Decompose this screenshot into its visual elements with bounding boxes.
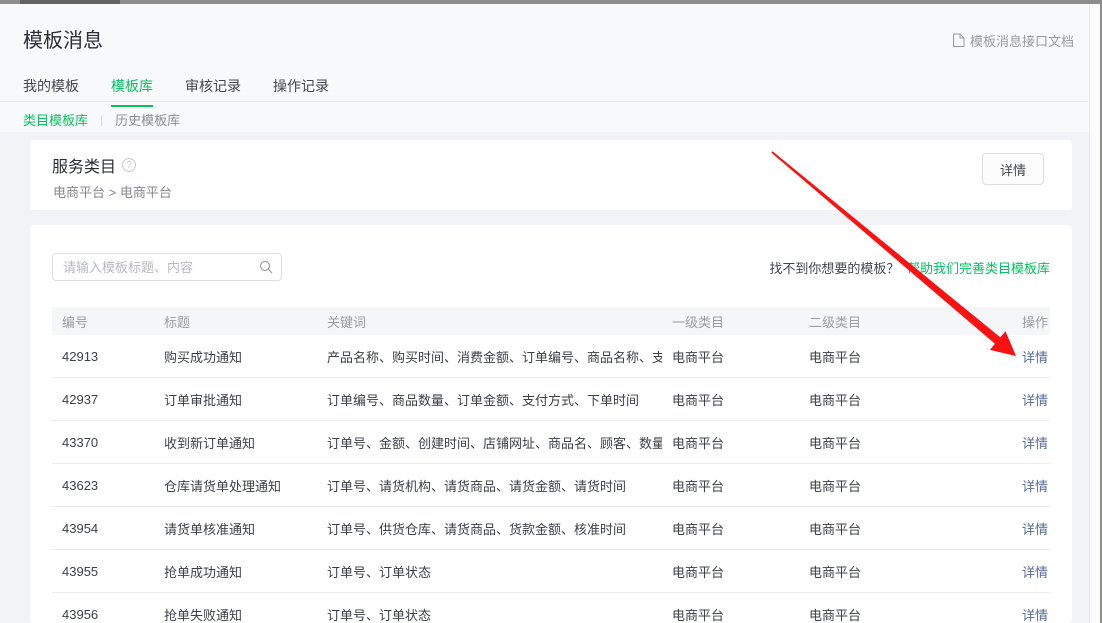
- cell-keywords: 订单号、金额、创建时间、店铺网址、商品名、顾客、数量...: [317, 421, 662, 464]
- category-detail-button[interactable]: 详情: [982, 153, 1044, 185]
- cell-cat1: 电商平台: [662, 335, 799, 378]
- cell-keywords: 订单号、订单状态: [317, 593, 662, 623]
- cell-title: 请货单核准通知: [154, 507, 317, 550]
- template-message-page: 模板消息 模板消息接口文档 我的模板 模板库 审核记录 操作记录 类目模板库 |…: [0, 0, 1102, 623]
- template-library-card: 找不到你想要的模板？ 帮助我们完善类目模板库 编号 标题 关键词 一级类目 二级…: [30, 225, 1072, 623]
- col-cat1: 一级类目: [662, 307, 799, 335]
- tab-operation-records[interactable]: 操作记录: [273, 76, 329, 107]
- row-detail-link[interactable]: 详情: [1022, 479, 1048, 494]
- cell-title: 抢单成功通知: [154, 550, 317, 593]
- search-box: [52, 253, 282, 281]
- cell-cat2: 电商平台: [799, 335, 1017, 378]
- service-category-card: 服务类目 ? 电商平台 > 电商平台 详情: [30, 140, 1072, 210]
- header-band: 模板消息 模板消息接口文档 我的模板 模板库 审核记录 操作记录 类目模板库 |…: [0, 4, 1100, 132]
- subtab-divider: |: [100, 113, 103, 127]
- table-row: 43370 收到新订单通知 订单号、金额、创建时间、店铺网址、商品名、顾客、数量…: [52, 421, 1050, 464]
- row-detail-link[interactable]: 详情: [1022, 522, 1048, 537]
- cell-id: 42937: [52, 378, 154, 421]
- col-title: 标题: [154, 307, 317, 335]
- cell-title: 购买成功通知: [154, 335, 317, 378]
- col-keywords: 关键词: [317, 307, 662, 335]
- cell-cat1: 电商平台: [662, 593, 799, 623]
- search-icon: [259, 260, 273, 274]
- cell-id: 43956: [52, 593, 154, 623]
- cell-title: 订单审批通知: [154, 378, 317, 421]
- row-detail-link[interactable]: 详情: [1022, 350, 1048, 365]
- table-row: 43955 抢单成功通知 订单号、订单状态 电商平台 电商平台 详情: [52, 550, 1050, 593]
- template-table: 编号 标题 关键词 一级类目 二级类目 操作 42913 购买成功通知 产品名称…: [52, 307, 1050, 623]
- cell-keywords: 产品名称、购买时间、消费金额、订单编号、商品名称、支...: [317, 335, 662, 378]
- window-top-edge-segment: [20, 0, 120, 4]
- cell-cat2: 电商平台: [799, 378, 1017, 421]
- row-detail-link[interactable]: 详情: [1022, 565, 1048, 580]
- tabs-divider-line: [0, 101, 1088, 102]
- cell-keywords: 订单号、供货仓库、请货商品、货款金额、核准时间: [317, 507, 662, 550]
- template-table-body: 42913 购买成功通知 产品名称、购买时间、消费金额、订单编号、商品名称、支.…: [52, 335, 1050, 623]
- row-detail-link[interactable]: 详情: [1022, 608, 1048, 623]
- subtab-category-library[interactable]: 类目模板库: [23, 110, 88, 129]
- tab-template-library[interactable]: 模板库: [111, 76, 153, 107]
- cell-cat2: 电商平台: [799, 507, 1017, 550]
- cell-id: 43954: [52, 507, 154, 550]
- col-cat2: 二级类目: [799, 307, 1017, 335]
- sub-tabs: 类目模板库 | 历史模板库: [23, 110, 180, 129]
- tab-my-templates[interactable]: 我的模板: [23, 76, 79, 107]
- page-title: 模板消息: [23, 24, 103, 53]
- library-help-row: 找不到你想要的模板？ 帮助我们完善类目模板库: [769, 258, 1050, 277]
- cell-title: 收到新订单通知: [154, 421, 317, 464]
- cell-cat2: 电商平台: [799, 593, 1017, 623]
- cell-cat1: 电商平台: [662, 464, 799, 507]
- col-action: 操作: [1017, 307, 1050, 335]
- col-id: 编号: [52, 307, 154, 335]
- api-doc-link-label: 模板消息接口文档: [970, 31, 1074, 50]
- subtab-history-library[interactable]: 历史模板库: [115, 110, 180, 129]
- table-row: 43954 请货单核准通知 订单号、供货仓库、请货商品、货款金额、核准时间 电商…: [52, 507, 1050, 550]
- tab-review-records[interactable]: 审核记录: [185, 76, 241, 107]
- window-top-edge: [0, 0, 1102, 4]
- cell-title: 仓库请货单处理通知: [154, 464, 317, 507]
- help-text: 找不到你想要的模板？: [769, 261, 899, 276]
- table-row: 43623 仓库请货单处理通知 订单号、请货机构、请货商品、请货金额、请货时间 …: [52, 464, 1050, 507]
- row-detail-link[interactable]: 详情: [1022, 436, 1048, 451]
- document-icon: [952, 33, 965, 48]
- cell-id: 42913: [52, 335, 154, 378]
- cell-cat1: 电商平台: [662, 507, 799, 550]
- row-detail-link[interactable]: 详情: [1022, 393, 1048, 408]
- table-header: 编号 标题 关键词 一级类目 二级类目 操作: [52, 307, 1050, 335]
- cell-keywords: 订单编号、商品数量、订单金额、支付方式、下单时间: [317, 378, 662, 421]
- cell-cat1: 电商平台: [662, 378, 799, 421]
- table-row: 43956 抢单失败通知 订单号、订单状态 电商平台 电商平台 详情: [52, 593, 1050, 623]
- cell-cat2: 电商平台: [799, 464, 1017, 507]
- cell-cat2: 电商平台: [799, 421, 1017, 464]
- scrollbar[interactable]: [1089, 4, 1100, 623]
- cell-cat1: 电商平台: [662, 421, 799, 464]
- cell-id: 43623: [52, 464, 154, 507]
- category-breadcrumb: 电商平台 > 电商平台: [53, 182, 172, 201]
- cell-keywords: 订单号、订单状态: [317, 550, 662, 593]
- cell-id: 43370: [52, 421, 154, 464]
- api-doc-link[interactable]: 模板消息接口文档: [952, 31, 1074, 50]
- cell-cat1: 电商平台: [662, 550, 799, 593]
- cell-keywords: 订单号、请货机构、请货商品、请货金额、请货时间: [317, 464, 662, 507]
- search-input[interactable]: [52, 253, 282, 281]
- main-tabs: 我的模板 模板库 审核记录 操作记录: [23, 76, 329, 107]
- table-row: 42913 购买成功通知 产品名称、购买时间、消费金额、订单编号、商品名称、支.…: [52, 335, 1050, 378]
- table-row: 42937 订单审批通知 订单编号、商品数量、订单金额、支付方式、下单时间 电商…: [52, 378, 1050, 421]
- cell-title: 抢单失败通知: [154, 593, 317, 623]
- cell-id: 43955: [52, 550, 154, 593]
- improve-library-link[interactable]: 帮助我们完善类目模板库: [907, 261, 1050, 276]
- question-circle-icon[interactable]: ?: [122, 158, 136, 172]
- cell-cat2: 电商平台: [799, 550, 1017, 593]
- service-category-title: 服务类目: [52, 153, 116, 177]
